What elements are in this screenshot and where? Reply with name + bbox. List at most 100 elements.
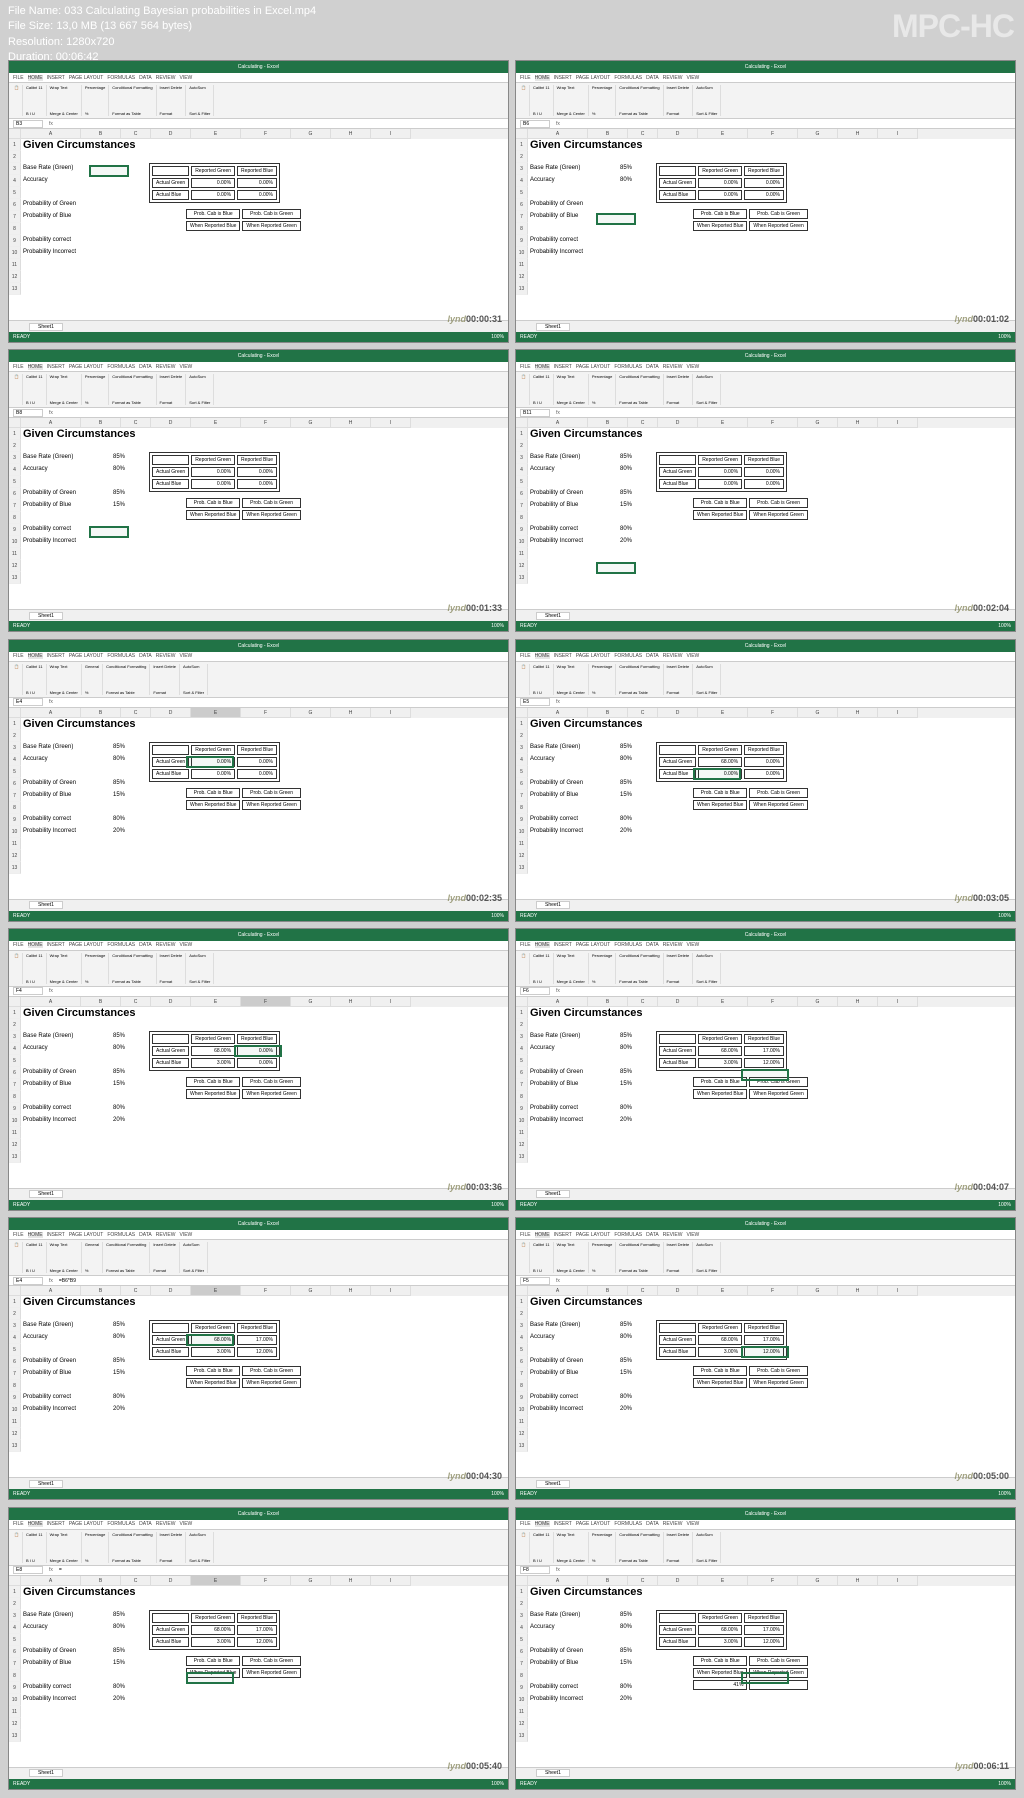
cells-area[interactable]: Given CircumstancesBase Rate (Green)Accu…: [21, 718, 508, 874]
ribbon-tab[interactable]: REVIEW: [156, 942, 176, 948]
ribbon-tab[interactable]: DATA: [139, 1521, 152, 1527]
ribbon-tab[interactable]: DATA: [646, 75, 659, 81]
ribbon-tab[interactable]: FILE: [13, 1232, 24, 1238]
video-thumbnail-3[interactable]: Calculating - ExcelFILEHOMEINSERTPAGE LA…: [515, 349, 1016, 632]
ribbon-tab[interactable]: FORMULAS: [107, 653, 135, 659]
ribbon-tab[interactable]: REVIEW: [663, 653, 683, 659]
ribbon-tab[interactable]: PAGE LAYOUT: [69, 653, 104, 659]
ribbon-tab[interactable]: PAGE LAYOUT: [69, 364, 104, 370]
video-thumbnail-5[interactable]: Calculating - ExcelFILEHOMEINSERTPAGE LA…: [515, 639, 1016, 922]
ribbon-tab[interactable]: HOME: [535, 653, 550, 659]
ribbon-tab[interactable]: DATA: [139, 653, 152, 659]
formula-input[interactable]: =: [59, 1567, 62, 1573]
ribbon-tab[interactable]: VIEW: [179, 364, 192, 370]
ribbon-tab[interactable]: VIEW: [686, 1232, 699, 1238]
formula-bar[interactable]: E5fx: [516, 698, 1015, 708]
fx-icon[interactable]: fx: [556, 121, 560, 127]
worksheet[interactable]: ABCDEFGHI12345678910111213Given Circumst…: [516, 708, 1015, 899]
ribbon-tab[interactable]: INSERT: [554, 1232, 572, 1238]
ribbon-tab[interactable]: REVIEW: [663, 364, 683, 370]
cells-area[interactable]: Given CircumstancesBase Rate (Green)Accu…: [528, 1007, 1015, 1163]
ribbon-tab[interactable]: HOME: [535, 1232, 550, 1238]
ribbon-tab[interactable]: DATA: [139, 942, 152, 948]
ribbon-tab[interactable]: DATA: [646, 1232, 659, 1238]
formula-bar[interactable]: F4fx: [9, 987, 508, 997]
ribbon-tab[interactable]: REVIEW: [663, 1521, 683, 1527]
video-thumbnail-1[interactable]: Calculating - ExcelFILEHOMEINSERTPAGE LA…: [515, 60, 1016, 343]
ribbon-tab[interactable]: VIEW: [179, 1521, 192, 1527]
ribbon-tab[interactable]: INSERT: [554, 75, 572, 81]
ribbon-tab[interactable]: FORMULAS: [107, 1232, 135, 1238]
name-box[interactable]: F8: [520, 1566, 550, 1574]
ribbon-tab[interactable]: FILE: [13, 364, 24, 370]
ribbon-tab[interactable]: PAGE LAYOUT: [576, 942, 611, 948]
formula-bar[interactable]: F5fx: [516, 1276, 1015, 1286]
fx-icon[interactable]: fx: [49, 699, 53, 705]
ribbon-tab[interactable]: VIEW: [179, 1232, 192, 1238]
ribbon-tab[interactable]: DATA: [139, 1232, 152, 1238]
ribbon-tab[interactable]: HOME: [28, 364, 43, 370]
ribbon-tab[interactable]: DATA: [646, 1521, 659, 1527]
ribbon-tab[interactable]: DATA: [646, 653, 659, 659]
name-box[interactable]: E5: [520, 698, 550, 706]
ribbon-tab[interactable]: INSERT: [47, 364, 65, 370]
cells-area[interactable]: Given CircumstancesBase Rate (Green)Accu…: [21, 139, 508, 295]
ribbon-tab[interactable]: HOME: [28, 653, 43, 659]
ribbon-tab[interactable]: VIEW: [179, 75, 192, 81]
video-thumbnail-11[interactable]: Calculating - ExcelFILEHOMEINSERTPAGE LA…: [515, 1507, 1016, 1790]
ribbon-tab[interactable]: DATA: [646, 942, 659, 948]
worksheet[interactable]: ABCDEFGHI12345678910111213Given Circumst…: [516, 997, 1015, 1188]
formula-bar[interactable]: E4fx=B6*B9: [9, 1276, 508, 1286]
ribbon-tab[interactable]: VIEW: [686, 364, 699, 370]
ribbon-tab[interactable]: FORMULAS: [614, 1232, 642, 1238]
cells-area[interactable]: Given CircumstancesBase Rate (Green)Accu…: [528, 428, 1015, 584]
ribbon-tab[interactable]: HOME: [28, 1521, 43, 1527]
worksheet[interactable]: ABCDEFGHI12345678910111213Given Circumst…: [9, 129, 508, 320]
name-box[interactable]: E4: [13, 698, 43, 706]
name-box[interactable]: E4: [13, 1277, 43, 1285]
ribbon-tab[interactable]: VIEW: [686, 653, 699, 659]
worksheet[interactable]: ABCDEFGHI12345678910111213Given Circumst…: [9, 1286, 508, 1477]
fx-icon[interactable]: fx: [556, 410, 560, 416]
name-box[interactable]: B3: [13, 120, 43, 128]
ribbon-tab[interactable]: FORMULAS: [614, 942, 642, 948]
ribbon-tab[interactable]: PAGE LAYOUT: [576, 653, 611, 659]
ribbon-tab[interactable]: HOME: [535, 364, 550, 370]
ribbon-tab[interactable]: FILE: [520, 942, 531, 948]
ribbon-tab[interactable]: PAGE LAYOUT: [576, 364, 611, 370]
sheet-tab[interactable]: Sheet1: [536, 323, 570, 331]
sheet-tab[interactable]: Sheet1: [29, 612, 63, 620]
sheet-tab[interactable]: Sheet1: [29, 1769, 63, 1777]
ribbon-tab[interactable]: FILE: [13, 75, 24, 81]
ribbon-tab[interactable]: PAGE LAYOUT: [69, 1521, 104, 1527]
fx-icon[interactable]: fx: [556, 1567, 560, 1573]
ribbon-tab[interactable]: VIEW: [686, 75, 699, 81]
cells-area[interactable]: Given CircumstancesBase Rate (Green)Accu…: [528, 1586, 1015, 1742]
ribbon-tab[interactable]: INSERT: [554, 1521, 572, 1527]
ribbon-tab[interactable]: REVIEW: [663, 942, 683, 948]
ribbon-tab[interactable]: INSERT: [47, 942, 65, 948]
ribbon-tab[interactable]: INSERT: [47, 1232, 65, 1238]
sheet-tab[interactable]: Sheet1: [536, 1190, 570, 1198]
worksheet[interactable]: ABCDEFGHI12345678910111213Given Circumst…: [9, 708, 508, 899]
ribbon-tab[interactable]: FORMULAS: [614, 653, 642, 659]
ribbon-tab[interactable]: INSERT: [554, 942, 572, 948]
ribbon-tab[interactable]: DATA: [139, 75, 152, 81]
name-box[interactable]: F6: [520, 987, 550, 995]
ribbon-tab[interactable]: FORMULAS: [107, 364, 135, 370]
formula-input[interactable]: =B6*B9: [59, 1278, 76, 1284]
ribbon-tab[interactable]: INSERT: [47, 653, 65, 659]
formula-bar[interactable]: B8fx: [9, 408, 508, 418]
sheet-tab[interactable]: Sheet1: [536, 1480, 570, 1488]
ribbon-tab[interactable]: INSERT: [554, 364, 572, 370]
name-box[interactable]: E8: [13, 1566, 43, 1574]
ribbon-tab[interactable]: VIEW: [179, 942, 192, 948]
ribbon-tab[interactable]: INSERT: [554, 653, 572, 659]
sheet-tab[interactable]: Sheet1: [536, 1769, 570, 1777]
video-thumbnail-4[interactable]: Calculating - ExcelFILEHOMEINSERTPAGE LA…: [8, 639, 509, 922]
ribbon-tab[interactable]: PAGE LAYOUT: [69, 75, 104, 81]
ribbon-tab[interactable]: PAGE LAYOUT: [69, 942, 104, 948]
fx-icon[interactable]: fx: [556, 1278, 560, 1284]
formula-bar[interactable]: F6fx: [516, 987, 1015, 997]
ribbon-tab[interactable]: FORMULAS: [614, 1521, 642, 1527]
